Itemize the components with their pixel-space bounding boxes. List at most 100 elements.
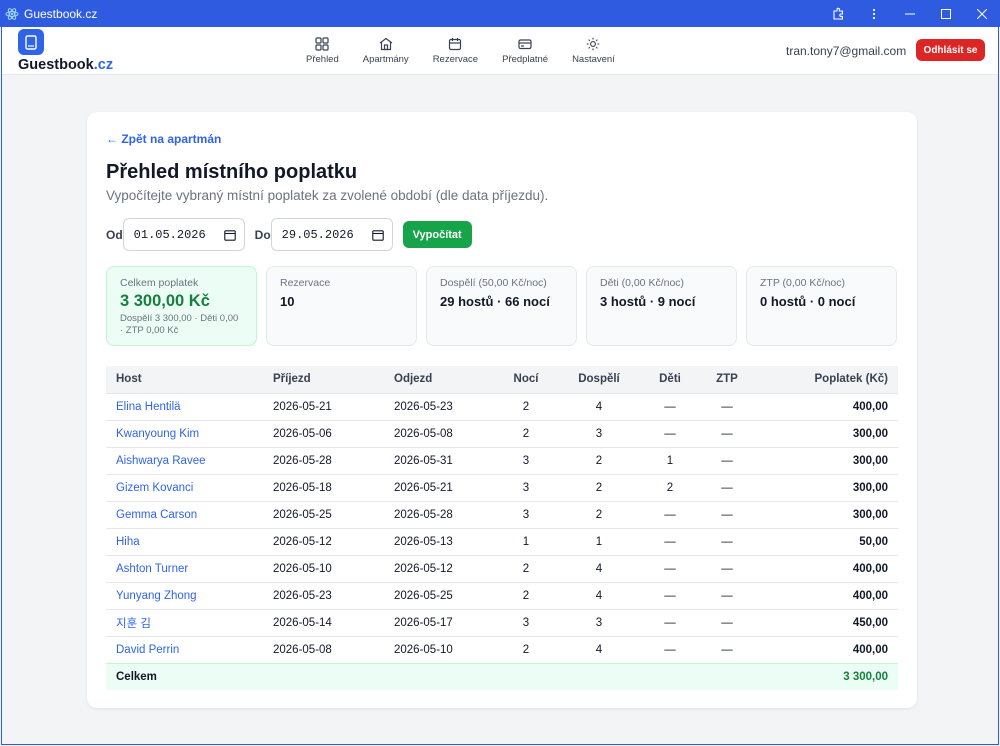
fee-amount: 400,00: [756, 392, 898, 420]
close-icon[interactable]: [964, 0, 1000, 27]
ztp-count: —: [698, 473, 756, 501]
guest-name-link[interactable]: Hiha: [106, 527, 263, 555]
stat-label: Dospělí (50,00 Kč/noc): [440, 277, 547, 289]
back-to-apartment-link[interactable]: ← Zpět na apartmán: [106, 132, 221, 146]
arrival-date: 2026-05-12: [263, 527, 384, 555]
children-count: —: [642, 635, 698, 663]
guest-name-link[interactable]: Kwanyoung Kim: [106, 419, 263, 447]
total-fee-amount: 3 300,00: [756, 662, 898, 690]
ztp-count: —: [698, 527, 756, 555]
fee-amount: 300,00: [756, 446, 898, 474]
guest-name-link[interactable]: David Perrin: [106, 635, 263, 663]
from-date-value: 01.05.2026: [133, 227, 206, 242]
calendar-picker-icon[interactable]: [371, 229, 384, 241]
nav-prehled[interactable]: Přehled: [294, 37, 351, 65]
arrival-date: 2026-05-21: [263, 392, 384, 420]
adults-count: 2: [556, 446, 642, 474]
guest-name-link[interactable]: Gizem Kovanci: [106, 473, 263, 501]
adults-count: 4: [556, 392, 642, 420]
children-count: —: [642, 608, 698, 636]
column-header-host[interactable]: Host: [106, 366, 263, 393]
guest-name-link[interactable]: Gemma Carson: [106, 500, 263, 528]
column-header-fee[interactable]: Poplatek (Kč): [756, 366, 898, 393]
nav-apartmany[interactable]: Apartmány: [351, 37, 421, 65]
stat-adults: Dospělí (50,00 Kč/noc) 29 hostů · 66 noc…: [426, 266, 577, 346]
column-header-ztp[interactable]: ZTP: [698, 366, 756, 393]
ztp-count: —: [698, 554, 756, 582]
children-count: —: [642, 419, 698, 447]
guest-name-link[interactable]: Aishwarya Ravee: [106, 446, 263, 474]
calculate-button[interactable]: Vypočítat: [402, 221, 472, 248]
column-header-adults[interactable]: Dospělí: [556, 366, 642, 393]
total-label: Celkem: [106, 662, 263, 690]
window-titlebar: Guestbook.cz: [0, 0, 1000, 27]
logout-button[interactable]: Odhlásit se: [916, 39, 985, 61]
column-header-arrival[interactable]: Příjezd: [263, 366, 384, 393]
brand-tld: .cz: [93, 57, 114, 73]
table-row: Ashton Turner 2026-05-10 2026-05-12 2 4 …: [106, 554, 898, 582]
adults-count: 4: [556, 554, 642, 582]
react-atom-icon: [4, 6, 20, 22]
nights-count: 2: [496, 554, 556, 582]
page-title: Přehled místního poplatku: [106, 161, 358, 183]
to-date-input[interactable]: 29.05.2026: [270, 218, 393, 251]
ztp-count: —: [698, 392, 756, 420]
main-nav: Přehled Apartmány Rezervace Předplatné N…: [294, 37, 627, 65]
guest-name-link[interactable]: Ashton Turner: [106, 554, 263, 582]
credit-card-icon: [518, 39, 532, 50]
user-email: tran.tony7@gmail.com: [786, 44, 907, 58]
nav-rezervace[interactable]: Rezervace: [421, 37, 490, 65]
arrival-date: 2026-05-23: [263, 581, 384, 609]
guest-name-link[interactable]: Yunyang Zhong: [106, 581, 263, 609]
children-count: —: [642, 554, 698, 582]
fee-amount: 300,00: [756, 500, 898, 528]
from-date-input[interactable]: 01.05.2026: [122, 218, 245, 251]
maximize-icon[interactable]: [928, 0, 964, 27]
nav-nastaveni[interactable]: Nastavení: [560, 37, 627, 65]
guest-name-link[interactable]: Elina Hentilä: [106, 392, 263, 420]
children-count: —: [642, 500, 698, 528]
to-label: Do: [254, 227, 271, 242]
stat-label: Děti (0,00 Kč/noc): [600, 277, 685, 289]
adults-count: 2: [556, 473, 642, 501]
column-header-nights[interactable]: Nocí: [496, 366, 556, 393]
fee-table: Host Příjezd Odjezd Nocí Dospělí Děti ZT…: [106, 366, 898, 690]
table-row: Hiha 2026-05-12 2026-05-13 1 1 — — 50,00: [106, 527, 898, 555]
arrival-date: 2026-05-28: [263, 446, 384, 474]
extensions-icon[interactable]: [820, 0, 856, 27]
summary-stats: Celkem poplatek 3 300,00 Kč Dospělí 3 30…: [106, 266, 897, 346]
nav-label: Přehled: [306, 54, 339, 65]
departure-date: 2026-05-31: [384, 446, 496, 474]
departure-date: 2026-05-25: [384, 581, 496, 609]
ztp-count: —: [698, 500, 756, 528]
column-header-children[interactable]: Děti: [642, 366, 698, 393]
departure-date: 2026-05-10: [384, 635, 496, 663]
nights-count: 3: [496, 473, 556, 501]
nav-predplatne[interactable]: Předplatné: [490, 37, 560, 65]
stat-label: ZTP (0,00 Kč/noc): [760, 277, 846, 289]
adults-count: 2: [556, 500, 642, 528]
ztp-count: —: [698, 608, 756, 636]
stat-value: 3 hostů · 9 nocí: [600, 294, 696, 309]
guest-name-link[interactable]: 지훈 김: [106, 608, 263, 636]
fee-amount: 300,00: [756, 419, 898, 447]
more-menu-icon[interactable]: [856, 0, 892, 27]
minimize-icon[interactable]: [892, 0, 928, 27]
nights-count: 2: [496, 392, 556, 420]
to-date-value: 29.05.2026: [281, 227, 354, 242]
brand-name[interactable]: Guestbook.cz: [18, 57, 113, 73]
brand-text: Guestbook: [18, 57, 94, 73]
stat-ztp: ZTP (0,00 Kč/noc) 0 hostů · 0 nocí: [746, 266, 897, 346]
nights-count: 3: [496, 608, 556, 636]
departure-date: 2026-05-17: [384, 608, 496, 636]
book-logo-icon[interactable]: [18, 29, 44, 55]
arrival-date: 2026-05-10: [263, 554, 384, 582]
ztp-count: —: [698, 419, 756, 447]
window-title: Guestbook.cz: [24, 6, 98, 21]
stat-total-fee: Celkem poplatek 3 300,00 Kč Dospělí 3 30…: [106, 266, 257, 346]
nights-count: 2: [496, 419, 556, 447]
calendar-picker-icon[interactable]: [223, 229, 236, 241]
nights-count: 3: [496, 446, 556, 474]
column-header-departure[interactable]: Odjezd: [384, 366, 496, 393]
table-row: Gemma Carson 2026-05-25 2026-05-28 3 2 —…: [106, 500, 898, 528]
